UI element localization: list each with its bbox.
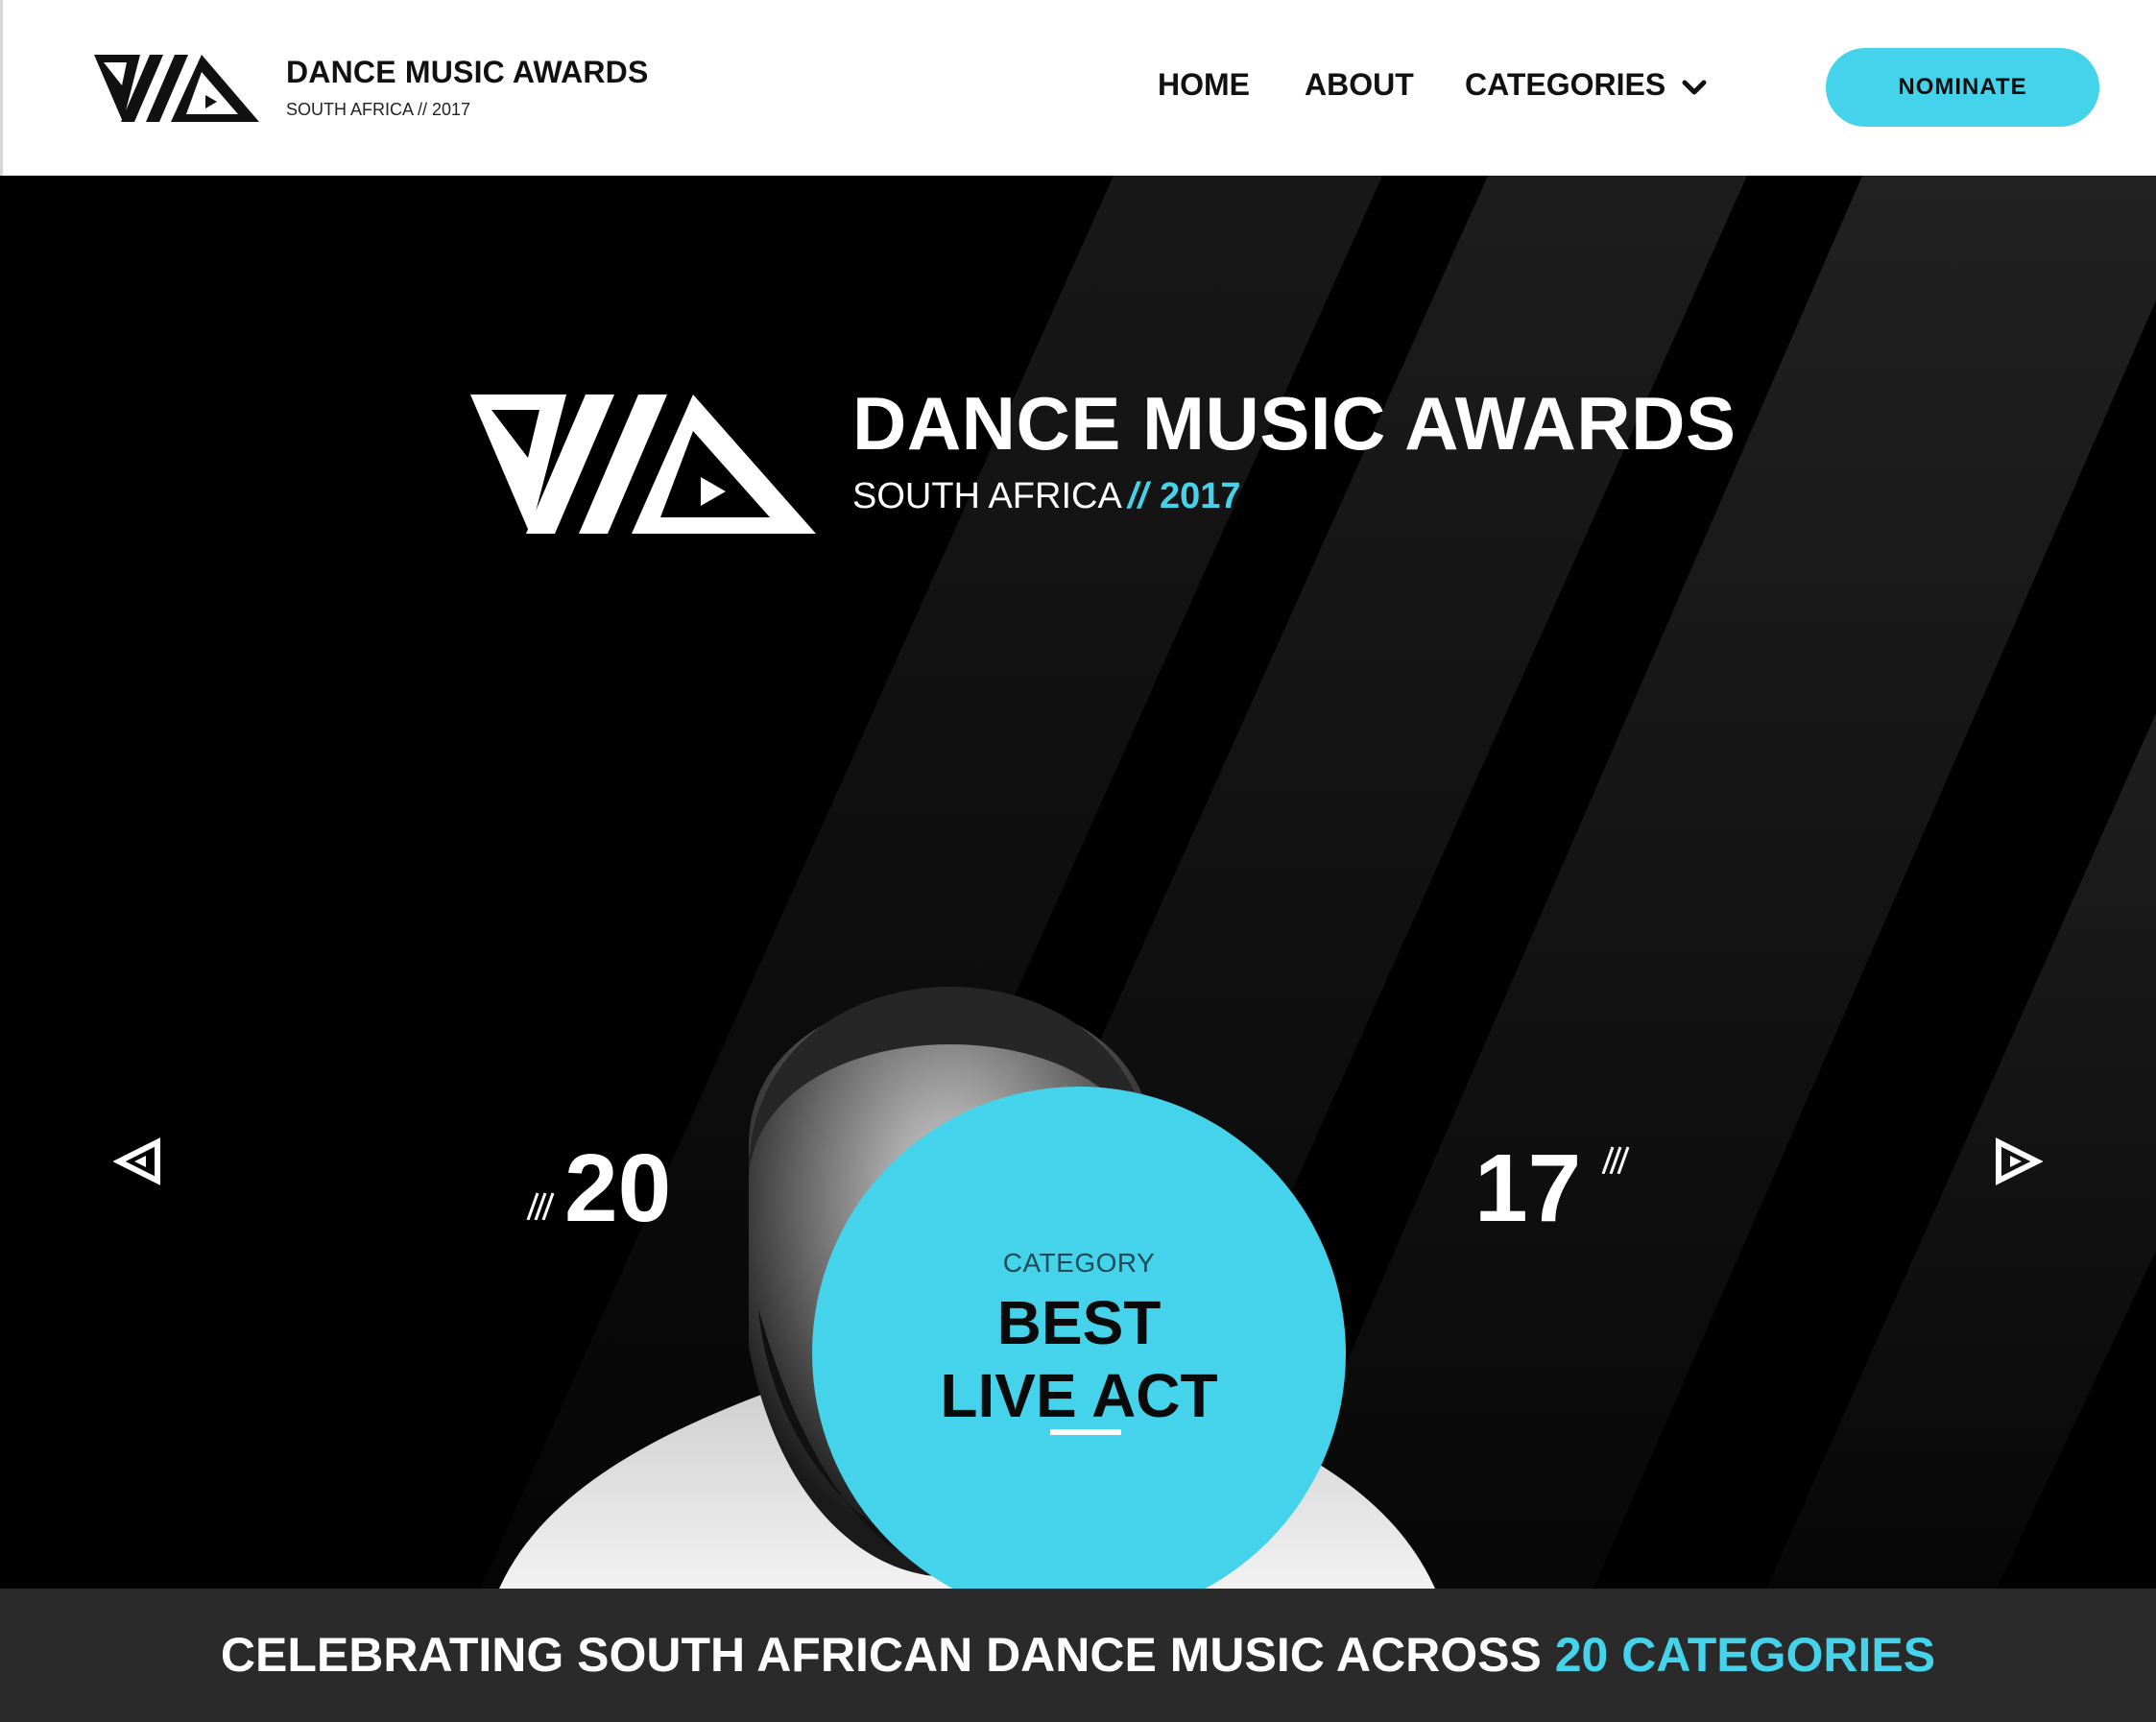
brand-home-link[interactable]: DANCE MUSIC AWARDS SOUTH AFRICA // 2017 <box>94 53 670 130</box>
category-label: CATEGORY <box>1002 1248 1156 1278</box>
hero-subtitle-slash: // <box>1127 476 1148 516</box>
hero-section: DANCE MUSIC AWARDS SOUTH AFRICA//2017 20… <box>0 176 2156 1589</box>
hatch-marks-right <box>1601 1146 1630 1174</box>
hatch-marks-left <box>526 1192 555 1220</box>
banner-highlight: 20 CATEGORIES <box>1554 1628 1936 1682</box>
hero-subtitle-year: 2017 <box>1159 476 1241 516</box>
hero-logo-icon <box>470 395 816 534</box>
banner-text: CELEBRATING SOUTH AFRICAN DANCE MUSIC AC… <box>220 1628 1542 1682</box>
year-left: 20 <box>564 1135 672 1242</box>
nav-categories-label: CATEGORIES <box>1465 67 1666 102</box>
category-name: BEST LIVE ACT <box>940 1288 1218 1430</box>
dma-logo-icon <box>94 55 259 122</box>
categories-banner: CELEBRATING SOUTH AFRICAN DANCE MUSIC AC… <box>0 1589 2156 1722</box>
brand-subtitle: SOUTH AFRICA // 2017 <box>286 100 471 119</box>
prev-slide-arrow-icon[interactable] <box>113 1136 163 1186</box>
nav-categories-dropdown[interactable]: CATEGORIES <box>1465 67 1711 103</box>
site-header: DANCE MUSIC AWARDS SOUTH AFRICA // 2017 … <box>0 0 2156 176</box>
year-right: 17 <box>1474 1135 1582 1242</box>
hero-title: DANCE MUSIC AWARDS <box>852 381 1737 466</box>
hero-subtitle: SOUTH AFRICA// 2017 <box>852 476 1240 517</box>
nav-home[interactable]: HOME <box>1158 67 1250 103</box>
chevron-down-icon <box>1682 80 1707 95</box>
nominate-button[interactable]: NOMINATE <box>1826 48 2099 127</box>
brand-name: DANCE MUSIC AWARDS <box>286 55 649 89</box>
nav-about[interactable]: ABOUT <box>1305 67 1414 103</box>
hero-subtitle-country: SOUTH AFRICA <box>852 476 1122 516</box>
category-underline <box>1050 1429 1121 1435</box>
next-slide-arrow-icon[interactable] <box>1993 1136 2043 1186</box>
